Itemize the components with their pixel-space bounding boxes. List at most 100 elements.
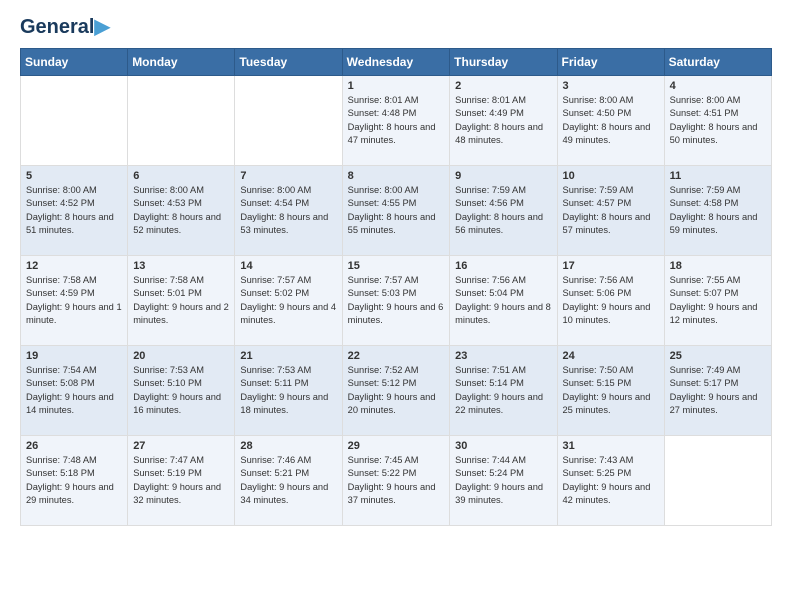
- day-info: Sunrise: 7:57 AM Sunset: 5:02 PM Dayligh…: [240, 274, 336, 328]
- day-number: 11: [670, 170, 766, 182]
- day-number: 4: [670, 80, 766, 92]
- calendar-cell: 2Sunrise: 8:01 AM Sunset: 4:49 PM Daylig…: [450, 76, 557, 166]
- day-number: 22: [348, 350, 445, 362]
- day-number: 9: [455, 170, 551, 182]
- day-number: 26: [26, 440, 122, 452]
- day-info: Sunrise: 7:53 AM Sunset: 5:11 PM Dayligh…: [240, 364, 336, 418]
- calendar-cell: 14Sunrise: 7:57 AM Sunset: 5:02 PM Dayli…: [235, 256, 342, 346]
- calendar-cell: 10Sunrise: 7:59 AM Sunset: 4:57 PM Dayli…: [557, 166, 664, 256]
- calendar-cell: 26 Sunrise: 7:48 AM Sunset: 5:18 PM Dayli…: [21, 436, 128, 526]
- day-number: 24: [563, 350, 659, 362]
- calendar-cell: 30 Sunrise: 7:44 AM Sunset: 5:24 PM Dayli…: [450, 436, 557, 526]
- day-info: Sunrise: 8:01 AM Sunset: 4:49 PM Dayligh…: [455, 94, 551, 148]
- logo-text: General▶: [20, 16, 110, 38]
- day-number: 30: [455, 440, 551, 452]
- day-number: 21: [240, 350, 336, 362]
- day-number: 19: [26, 350, 122, 362]
- calendar-week-row: 5 Sunrise: 8:00 AM Sunset: 4:52 PM Daylig…: [21, 166, 772, 256]
- calendar-cell: 5 Sunrise: 8:00 AM Sunset: 4:52 PM Daylig…: [21, 166, 128, 256]
- calendar-cell: [128, 76, 235, 166]
- calendar-week-row: 19Sunrise: 7:54 AM Sunset: 5:08 PM Dayli…: [21, 346, 772, 436]
- weekday-header: Wednesday: [342, 49, 450, 76]
- day-info: Sunrise: 7:59 AM Sunset: 4:58 PM Dayligh…: [670, 184, 766, 238]
- day-info: Sunrise: 7:45 AM Sunset: 5:22 PM Dayligh…: [348, 454, 445, 508]
- calendar-week-row: 26 Sunrise: 7:48 AM Sunset: 5:18 PM Dayli…: [21, 436, 772, 526]
- calendar-cell: 25 Sunrise: 7:49 AM Sunset: 5:17 PM Dayli…: [664, 346, 771, 436]
- calendar-cell: 13 Sunrise: 7:58 AM Sunset: 5:01 PM Dayli…: [128, 256, 235, 346]
- day-info: Sunrise: 7:58 AM Sunset: 4:59 PM Dayligh…: [26, 274, 122, 328]
- day-info: Sunrise: 7:59 AM Sunset: 4:57 PM Dayligh…: [563, 184, 659, 238]
- day-info: Sunrise: 7:43 AM Sunset: 5:25 PM Dayligh…: [563, 454, 659, 508]
- logo-blue: ▶: [94, 16, 109, 38]
- calendar-cell: 21 Sunrise: 7:53 AM Sunset: 5:11 PM Dayli…: [235, 346, 342, 436]
- calendar-cell: 18 Sunrise: 7:55 AM Sunset: 5:07 PM Dayli…: [664, 256, 771, 346]
- calendar-cell: [21, 76, 128, 166]
- calendar-cell: [664, 436, 771, 526]
- day-number: 28: [240, 440, 336, 452]
- day-info: Sunrise: 8:01 AM Sunset: 4:48 PM Dayligh…: [348, 94, 445, 148]
- weekday-header: Thursday: [450, 49, 557, 76]
- day-info: Sunrise: 7:50 AM Sunset: 5:15 PM Dayligh…: [563, 364, 659, 418]
- page: General▶ SundayMondayTuesdayWednesdayThu…: [0, 0, 792, 546]
- calendar-cell: 27 Sunrise: 7:47 AM Sunset: 5:19 PM Dayli…: [128, 436, 235, 526]
- day-number: 1: [348, 80, 445, 92]
- calendar-cell: 22 Sunrise: 7:52 AM Sunset: 5:12 PM Dayli…: [342, 346, 450, 436]
- calendar-cell: 28 Sunrise: 7:46 AM Sunset: 5:21 PM Dayli…: [235, 436, 342, 526]
- calendar-cell: 24 Sunrise: 7:50 AM Sunset: 5:15 PM Dayli…: [557, 346, 664, 436]
- calendar-week-row: 1 Sunrise: 8:01 AM Sunset: 4:48 PM Daylig…: [21, 76, 772, 166]
- day-info: Sunrise: 8:00 AM Sunset: 4:52 PM Dayligh…: [26, 184, 122, 238]
- day-info: Sunrise: 7:46 AM Sunset: 5:21 PM Dayligh…: [240, 454, 336, 508]
- day-info: Sunrise: 7:52 AM Sunset: 5:12 PM Dayligh…: [348, 364, 445, 418]
- day-number: 3: [563, 80, 659, 92]
- day-info: Sunrise: 8:00 AM Sunset: 4:55 PM Dayligh…: [348, 184, 445, 238]
- calendar-cell: 16 Sunrise: 7:56 AM Sunset: 5:04 PM Dayli…: [450, 256, 557, 346]
- calendar-cell: 11 Sunrise: 7:59 AM Sunset: 4:58 PM Dayli…: [664, 166, 771, 256]
- calendar-cell: 15Sunrise: 7:57 AM Sunset: 5:03 PM Dayli…: [342, 256, 450, 346]
- calendar-cell: 7 Sunrise: 8:00 AM Sunset: 4:54 PM Daylig…: [235, 166, 342, 256]
- calendar-cell: 8Sunrise: 8:00 AM Sunset: 4:55 PM Daylig…: [342, 166, 450, 256]
- weekday-header: Monday: [128, 49, 235, 76]
- calendar-cell: 6Sunrise: 8:00 AM Sunset: 4:53 PM Daylig…: [128, 166, 235, 256]
- day-info: Sunrise: 7:48 AM Sunset: 5:18 PM Dayligh…: [26, 454, 122, 508]
- logo: General▶: [20, 16, 110, 38]
- calendar-week-row: 12 Sunrise: 7:58 AM Sunset: 4:59 PM Dayli…: [21, 256, 772, 346]
- calendar-cell: 17 Sunrise: 7:56 AM Sunset: 5:06 PM Dayli…: [557, 256, 664, 346]
- day-info: Sunrise: 7:51 AM Sunset: 5:14 PM Dayligh…: [455, 364, 551, 418]
- day-info: Sunrise: 7:47 AM Sunset: 5:19 PM Dayligh…: [133, 454, 229, 508]
- day-info: Sunrise: 7:59 AM Sunset: 4:56 PM Dayligh…: [455, 184, 551, 238]
- day-info: Sunrise: 8:00 AM Sunset: 4:50 PM Dayligh…: [563, 94, 659, 148]
- day-number: 12: [26, 260, 122, 272]
- day-number: 23: [455, 350, 551, 362]
- day-number: 5: [26, 170, 122, 182]
- day-number: 18: [670, 260, 766, 272]
- day-info: Sunrise: 7:57 AM Sunset: 5:03 PM Dayligh…: [348, 274, 445, 328]
- day-number: 13: [133, 260, 229, 272]
- day-number: 20: [133, 350, 229, 362]
- day-number: 7: [240, 170, 336, 182]
- calendar-cell: 9 Sunrise: 7:59 AM Sunset: 4:56 PM Daylig…: [450, 166, 557, 256]
- day-info: Sunrise: 7:56 AM Sunset: 5:04 PM Dayligh…: [455, 274, 551, 328]
- day-number: 25: [670, 350, 766, 362]
- calendar-cell: 20 Sunrise: 7:53 AM Sunset: 5:10 PM Dayli…: [128, 346, 235, 436]
- day-number: 17: [563, 260, 659, 272]
- day-info: Sunrise: 7:56 AM Sunset: 5:06 PM Dayligh…: [563, 274, 659, 328]
- calendar-table: SundayMondayTuesdayWednesdayThursdayFrid…: [20, 48, 772, 526]
- calendar-cell: 1 Sunrise: 8:01 AM Sunset: 4:48 PM Daylig…: [342, 76, 450, 166]
- day-info: Sunrise: 7:53 AM Sunset: 5:10 PM Dayligh…: [133, 364, 229, 418]
- day-info: Sunrise: 7:58 AM Sunset: 5:01 PM Dayligh…: [133, 274, 229, 328]
- calendar-cell: 19Sunrise: 7:54 AM Sunset: 5:08 PM Dayli…: [21, 346, 128, 436]
- calendar-cell: 31Sunrise: 7:43 AM Sunset: 5:25 PM Dayli…: [557, 436, 664, 526]
- day-number: 16: [455, 260, 551, 272]
- calendar-cell: 29Sunrise: 7:45 AM Sunset: 5:22 PM Dayli…: [342, 436, 450, 526]
- day-info: Sunrise: 7:55 AM Sunset: 5:07 PM Dayligh…: [670, 274, 766, 328]
- calendar-cell: [235, 76, 342, 166]
- day-info: Sunrise: 8:00 AM Sunset: 4:53 PM Dayligh…: [133, 184, 229, 238]
- day-info: Sunrise: 7:44 AM Sunset: 5:24 PM Dayligh…: [455, 454, 551, 508]
- weekday-header: Sunday: [21, 49, 128, 76]
- calendar-cell: 12 Sunrise: 7:58 AM Sunset: 4:59 PM Dayli…: [21, 256, 128, 346]
- weekday-header: Saturday: [664, 49, 771, 76]
- calendar-cell: 4Sunrise: 8:00 AM Sunset: 4:51 PM Daylig…: [664, 76, 771, 166]
- day-info: Sunrise: 7:49 AM Sunset: 5:17 PM Dayligh…: [670, 364, 766, 418]
- day-info: Sunrise: 8:00 AM Sunset: 4:54 PM Dayligh…: [240, 184, 336, 238]
- day-number: 27: [133, 440, 229, 452]
